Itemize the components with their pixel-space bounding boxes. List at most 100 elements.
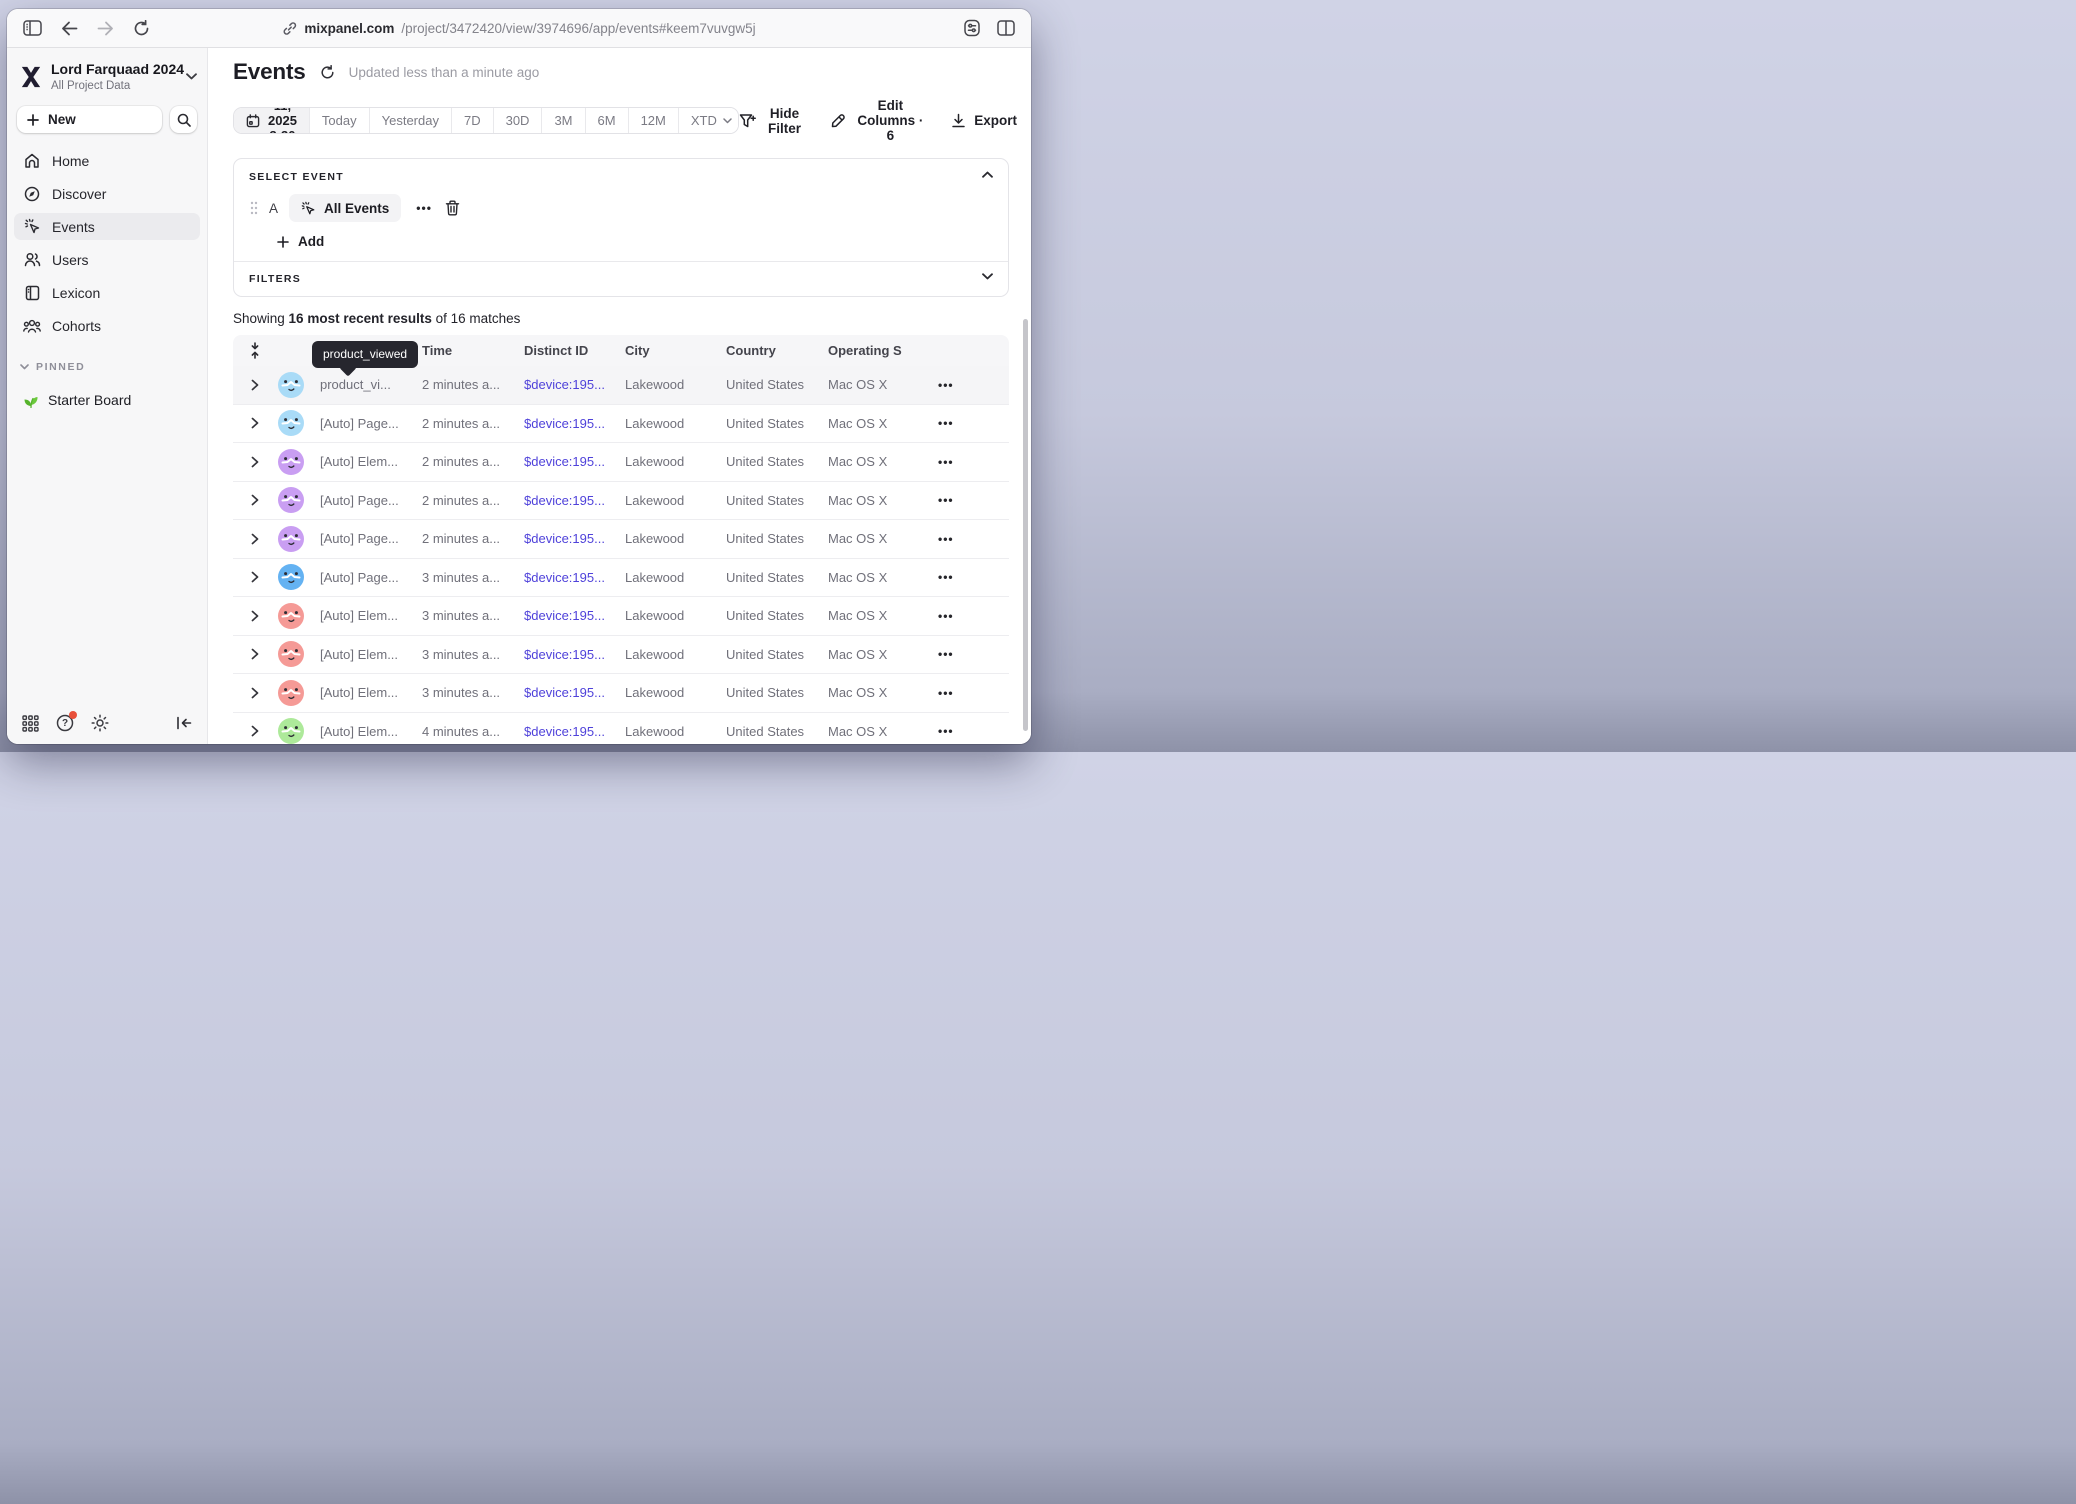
table-row[interactable]: [Auto] Elem... 3 minutes a... $device:19… [233, 636, 1009, 675]
distinct-id-link[interactable]: $device:195... [514, 493, 615, 508]
search-button[interactable] [170, 106, 197, 133]
row-menu-button[interactable]: ••• [920, 609, 1009, 623]
range-30d[interactable]: 30D [493, 108, 542, 133]
sidebar-item-events[interactable]: Events [14, 213, 200, 240]
sidebar-item-users[interactable]: Users [14, 246, 200, 273]
event-time: 4 minutes a... [412, 724, 514, 739]
range-6m[interactable]: 6M [585, 108, 628, 133]
page-settings-icon[interactable] [963, 19, 981, 37]
distinct-id-link[interactable]: $device:195... [514, 570, 615, 585]
col-header-os[interactable]: Operating S [818, 343, 920, 358]
apps-grid-icon[interactable] [22, 715, 39, 732]
address-bar[interactable]: mixpanel.com/project/3472420/view/397469… [282, 21, 755, 36]
date-picker-button[interactable]: Mar 11, 2025 3:30 pm [234, 108, 309, 133]
row-expand-chevron-icon[interactable] [233, 648, 276, 660]
tooltip-text: product_viewed [323, 347, 407, 361]
distinct-id-link[interactable]: $device:195... [514, 647, 615, 662]
row-expand-chevron-icon[interactable] [233, 610, 276, 622]
distinct-id-link[interactable]: $device:195... [514, 724, 615, 739]
city: Lakewood [615, 531, 716, 546]
sidebar-item-label: Lexicon [52, 285, 100, 301]
collapse-section-button[interactable] [982, 171, 993, 178]
table-row[interactable]: [Auto] Elem... 2 minutes a... $device:19… [233, 443, 1009, 482]
settings-gear-icon[interactable] [91, 714, 109, 732]
col-header-time[interactable]: Time [412, 343, 514, 358]
table-row[interactable]: [Auto] Elem... 3 minutes a... $device:19… [233, 597, 1009, 636]
col-header-distinct-id[interactable]: Distinct ID [514, 343, 615, 358]
range-xtd[interactable]: XTD [678, 108, 739, 133]
sidebar-item-label: Discover [52, 186, 106, 202]
distinct-id-link[interactable]: $device:195... [514, 685, 615, 700]
row-expand-chevron-icon[interactable] [233, 379, 276, 391]
table-row[interactable]: [Auto] Elem... 4 minutes a... $device:19… [233, 713, 1009, 745]
new-button[interactable]: New [17, 106, 162, 133]
event-name: [Auto] Page... [310, 570, 412, 585]
sidebar-toggle-icon[interactable] [23, 20, 42, 36]
pinned-section-header[interactable]: PINNED [20, 361, 207, 373]
table-row[interactable]: [Auto] Page... 2 minutes a... $device:19… [233, 482, 1009, 521]
export-button[interactable]: Export [951, 113, 1017, 129]
distinct-id-link[interactable]: $device:195... [514, 531, 615, 546]
results-summary: Showing 16 most recent results of 16 mat… [233, 311, 1017, 326]
expand-section-button[interactable] [982, 273, 993, 280]
collapse-rows-icon[interactable] [233, 342, 276, 359]
row-menu-button[interactable]: ••• [920, 455, 1009, 469]
trash-icon[interactable] [445, 200, 460, 216]
row-menu-button[interactable]: ••• [920, 570, 1009, 584]
distinct-id-link[interactable]: $device:195... [514, 416, 615, 431]
os: Mac OS X [818, 724, 920, 739]
refresh-icon[interactable] [320, 65, 335, 80]
range-12m[interactable]: 12M [628, 108, 678, 133]
row-menu-button[interactable]: ••• [920, 686, 1009, 700]
split-view-icon[interactable] [997, 20, 1015, 36]
row-expand-chevron-icon[interactable] [233, 417, 276, 429]
row-menu-button[interactable]: ••• [920, 647, 1009, 661]
event-time: 3 minutes a... [412, 685, 514, 700]
hide-filter-button[interactable]: Hide Filter [739, 106, 806, 136]
distinct-id-link[interactable]: $device:195... [514, 608, 615, 623]
reload-icon[interactable] [133, 20, 150, 37]
table-row[interactable]: [Auto] Elem... 3 minutes a... $device:19… [233, 674, 1009, 713]
range-today[interactable]: Today [309, 108, 369, 133]
sidebar-item-cohorts[interactable]: Cohorts [14, 312, 200, 339]
forward-icon[interactable] [97, 21, 114, 36]
range-yesterday[interactable]: Yesterday [369, 108, 451, 133]
row-menu-button[interactable]: ••• [920, 378, 1009, 392]
sidebar-item-lexicon[interactable]: Lexicon [14, 279, 200, 306]
project-switcher[interactable]: Lord Farquaad 2024 All Project Data [7, 48, 207, 98]
event-name: [Auto] Elem... [310, 454, 412, 469]
table-row[interactable]: [Auto] Page... 2 minutes a... $device:19… [233, 405, 1009, 444]
row-expand-chevron-icon[interactable] [233, 725, 276, 737]
row-menu-button[interactable]: ••• [920, 532, 1009, 546]
row-expand-chevron-icon[interactable] [233, 456, 276, 468]
clause-more-button[interactable]: ••• [416, 201, 432, 215]
add-event-button[interactable]: Add [277, 234, 324, 249]
collapse-sidebar-icon[interactable] [176, 716, 192, 730]
row-menu-button[interactable]: ••• [920, 416, 1009, 430]
row-expand-chevron-icon[interactable] [233, 533, 276, 545]
edit-columns-button[interactable]: Edit Columns · 6 [830, 98, 926, 143]
distinct-id-link[interactable]: $device:195... [514, 377, 615, 392]
distinct-id-link[interactable]: $device:195... [514, 454, 615, 469]
help-button[interactable]: ? [56, 714, 74, 732]
row-menu-button[interactable]: ••• [920, 493, 1009, 507]
row-expand-chevron-icon[interactable] [233, 494, 276, 506]
event-selector-pill[interactable]: All Events [289, 194, 401, 222]
row-expand-chevron-icon[interactable] [233, 571, 276, 583]
table-row[interactable]: [Auto] Page... 2 minutes a... $device:19… [233, 520, 1009, 559]
table-row[interactable]: [Auto] Page... 3 minutes a... $device:19… [233, 559, 1009, 598]
row-expand-chevron-icon[interactable] [233, 687, 276, 699]
back-icon[interactable] [61, 21, 78, 36]
sidebar-item-discover[interactable]: Discover [14, 180, 200, 207]
range-3m[interactable]: 3M [541, 108, 584, 133]
scrollbar-thumb[interactable] [1023, 319, 1028, 731]
range-7d[interactable]: 7D [451, 108, 493, 133]
event-avatar [278, 410, 304, 436]
col-header-city[interactable]: City [615, 343, 716, 358]
drag-handle-icon[interactable] [249, 200, 259, 216]
os: Mac OS X [818, 608, 920, 623]
row-menu-button[interactable]: ••• [920, 724, 1009, 738]
col-header-country[interactable]: Country [716, 343, 818, 358]
sidebar-item-starter-board[interactable]: Starter Board [14, 387, 200, 413]
sidebar-item-home[interactable]: Home [14, 147, 200, 174]
